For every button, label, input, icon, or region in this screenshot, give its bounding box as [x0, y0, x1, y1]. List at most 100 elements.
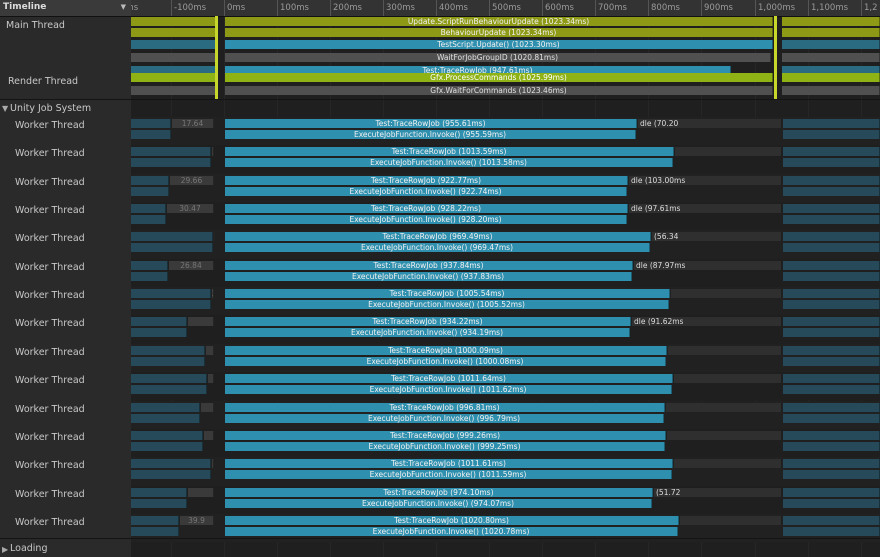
execute-job-function-bar[interactable]: ExecuteJobFunction.Invoke() (1020.78ms) [225, 526, 678, 536]
idle-bar[interactable] [674, 459, 782, 469]
next-frame-job-bar[interactable] [783, 345, 880, 355]
trace-row-job-bar[interactable]: Test:TraceRowJob (928.22ms) [225, 204, 628, 214]
execute-job-function-bar[interactable]: ExecuteJobFunction.Invoke() (934.19ms) [225, 328, 630, 338]
execute-job-function-bar[interactable]: ExecuteJobFunction.Invoke() (1013.58ms) [225, 158, 673, 168]
idle-bar[interactable]: dle (97.61ms [629, 204, 782, 214]
thread-label-worker[interactable]: Worker Thread [15, 432, 85, 443]
thread-label-worker[interactable]: Worker Thread [15, 489, 85, 500]
next-frame-job-bar[interactable] [783, 487, 880, 497]
trace-row-job-bar[interactable]: Test:TraceRowJob (1011.64ms) [225, 374, 673, 384]
render-prev-bar[interactable] [131, 73, 216, 82]
prev-idle-bar[interactable] [201, 402, 214, 412]
execute-job-function-bar[interactable]: ExecuteJobFunction.Invoke() (1011.59ms) [225, 470, 672, 480]
next-frame-invoke-bar[interactable] [783, 356, 880, 366]
next-frame-job-bar[interactable] [783, 289, 880, 299]
thread-label-worker[interactable]: Worker Thread [15, 262, 85, 273]
next-frame-invoke-bar[interactable] [783, 271, 880, 281]
thread-label-worker[interactable]: Worker Thread [15, 318, 85, 329]
next-frame-invoke-bar[interactable] [783, 413, 880, 423]
execute-job-function-bar[interactable]: ExecuteJobFunction.Invoke() (955.59ms) [225, 130, 636, 139]
trace-row-job-bar[interactable]: Test:TraceRowJob (1011.61ms) [225, 459, 673, 469]
thread-label-worker[interactable]: Worker Thread [15, 517, 85, 528]
prev-idle-bar[interactable]: 23.34 [212, 289, 214, 299]
execute-job-function-bar[interactable]: ExecuteJobFunction.Invoke() (1005.52ms) [225, 300, 669, 310]
trace-row-job-bar[interactable]: Test:TraceRowJob (934.22ms) [225, 317, 631, 327]
execute-job-function-bar[interactable]: ExecuteJobFunction.Invoke() (928.20ms) [225, 215, 627, 225]
prev-idle-bar[interactable]: 17.64 [172, 119, 214, 128]
trace-row-job-bar[interactable]: Test:TraceRowJob (996.81ms) [225, 402, 665, 412]
render-prev-wait-bar[interactable] [131, 86, 216, 95]
prev-frame-job-bar[interactable] [131, 430, 203, 440]
idle-bar[interactable]: dle (87.97ms [634, 260, 782, 270]
thread-label-worker[interactable]: Worker Thread [15, 148, 85, 159]
prev-frame-invoke-bar[interactable] [131, 186, 169, 196]
execute-job-function-bar[interactable]: ExecuteJobFunction.Invoke() (922.74ms) [225, 186, 627, 196]
thread-label-worker[interactable]: Worker Thread [15, 233, 85, 244]
render-next-bar[interactable] [782, 73, 880, 82]
trace-row-job-bar[interactable]: Test:TraceRowJob (1000.09ms) [225, 345, 667, 355]
collapse-triangle-icon[interactable]: ▶ [2, 545, 8, 554]
execute-job-function-bar[interactable]: ExecuteJobFunction.Invoke() (999.25ms) [225, 441, 665, 451]
thread-label-worker[interactable]: Worker Thread [15, 120, 85, 131]
main-prev-frame-bar-2[interactable] [131, 28, 216, 37]
prev-frame-job-bar[interactable] [131, 147, 211, 157]
timeline-view[interactable]: 0ms -100ms 0ms 100ms 200ms 300ms 400ms 500ms 600… [131, 0, 880, 557]
idle-bar[interactable] [680, 515, 782, 525]
main-next-frame-bar-2[interactable] [782, 28, 880, 37]
thread-label-main[interactable]: Main Thread [6, 20, 65, 31]
execute-job-function-bar[interactable]: ExecuteJobFunction.Invoke() (974.07ms) [225, 498, 652, 508]
prev-frame-invoke-bar[interactable] [131, 328, 187, 338]
prev-idle-bar[interactable]: 30.47 [167, 204, 214, 214]
idle-bar[interactable]: (51.72 [654, 487, 782, 497]
timeline-header[interactable]: Timeline ▼ [0, 0, 131, 17]
next-frame-invoke-bar[interactable] [783, 300, 880, 310]
thread-label-worker[interactable]: Worker Thread [15, 347, 85, 358]
prev-frame-invoke-bar[interactable] [131, 498, 187, 508]
next-frame-invoke-bar[interactable] [783, 186, 880, 196]
next-frame-job-bar[interactable] [783, 119, 880, 128]
prev-frame-job-bar[interactable] [131, 345, 205, 355]
execute-job-function-bar[interactable]: ExecuteJobFunction.Invoke() (937.83ms) [225, 271, 632, 281]
prev-frame-invoke-bar[interactable] [131, 215, 166, 225]
prev-idle-bar[interactable]: 26.84 [169, 260, 214, 270]
test-script-update-bar[interactable]: TestScript.Update() (1023.30ms) [225, 40, 773, 49]
update-script-bar[interactable]: Update.ScriptRunBehaviourUpdate (1023.34… [225, 17, 773, 26]
next-frame-job-bar[interactable] [783, 175, 880, 185]
time-ruler[interactable]: 0ms -100ms 0ms 100ms 200ms 300ms 400ms 500ms 600… [131, 0, 880, 17]
prev-idle-bar[interactable] [206, 345, 214, 355]
next-frame-invoke-bar[interactable] [783, 526, 880, 536]
idle-bar[interactable] [666, 402, 782, 412]
idle-bar[interactable] [674, 374, 782, 384]
thread-label-worker[interactable]: Worker Thread [15, 205, 85, 216]
trace-row-job-bar[interactable]: Test:TraceRowJob (955.61ms) [225, 119, 637, 128]
group-label-job-system[interactable]: Unity Job System [10, 103, 91, 114]
main-prev-wait-bar[interactable] [131, 53, 216, 62]
next-frame-job-bar[interactable] [783, 515, 880, 525]
prev-frame-invoke-bar[interactable] [131, 385, 207, 395]
trace-row-job-bar[interactable]: Test:TraceRowJob (937.84ms) [225, 260, 633, 270]
prev-frame-job-bar[interactable] [131, 232, 213, 242]
prev-frame-job-bar[interactable] [131, 459, 211, 469]
execute-job-function-bar[interactable]: ExecuteJobFunction.Invoke() (1011.62ms) [225, 385, 672, 395]
next-frame-invoke-bar[interactable] [783, 243, 880, 253]
prev-idle-bar[interactable] [214, 232, 215, 242]
prev-idle-bar[interactable]: 39.9 [180, 515, 214, 525]
prev-frame-job-bar[interactable] [131, 402, 200, 412]
idle-bar[interactable] [667, 430, 782, 440]
next-frame-invoke-bar[interactable] [783, 385, 880, 395]
next-frame-invoke-bar[interactable] [783, 130, 880, 139]
prev-frame-job-bar[interactable] [131, 175, 169, 185]
idle-bar[interactable] [668, 345, 782, 355]
idle-bar[interactable] [671, 289, 782, 299]
prev-idle-bar[interactable] [212, 459, 214, 469]
prev-frame-invoke-bar[interactable] [131, 243, 213, 253]
prev-frame-invoke-bar[interactable] [131, 413, 200, 423]
prev-frame-invoke-bar[interactable] [131, 300, 211, 310]
idle-bar[interactable]: dle (70.20 [638, 119, 782, 128]
thread-label-worker[interactable]: Worker Thread [15, 177, 85, 188]
next-frame-invoke-bar[interactable] [783, 328, 880, 338]
prev-frame-job-bar[interactable] [131, 289, 211, 299]
next-frame-job-bar[interactable] [783, 430, 880, 440]
prev-idle-bar[interactable] [212, 147, 214, 157]
prev-idle-bar[interactable] [188, 317, 214, 327]
